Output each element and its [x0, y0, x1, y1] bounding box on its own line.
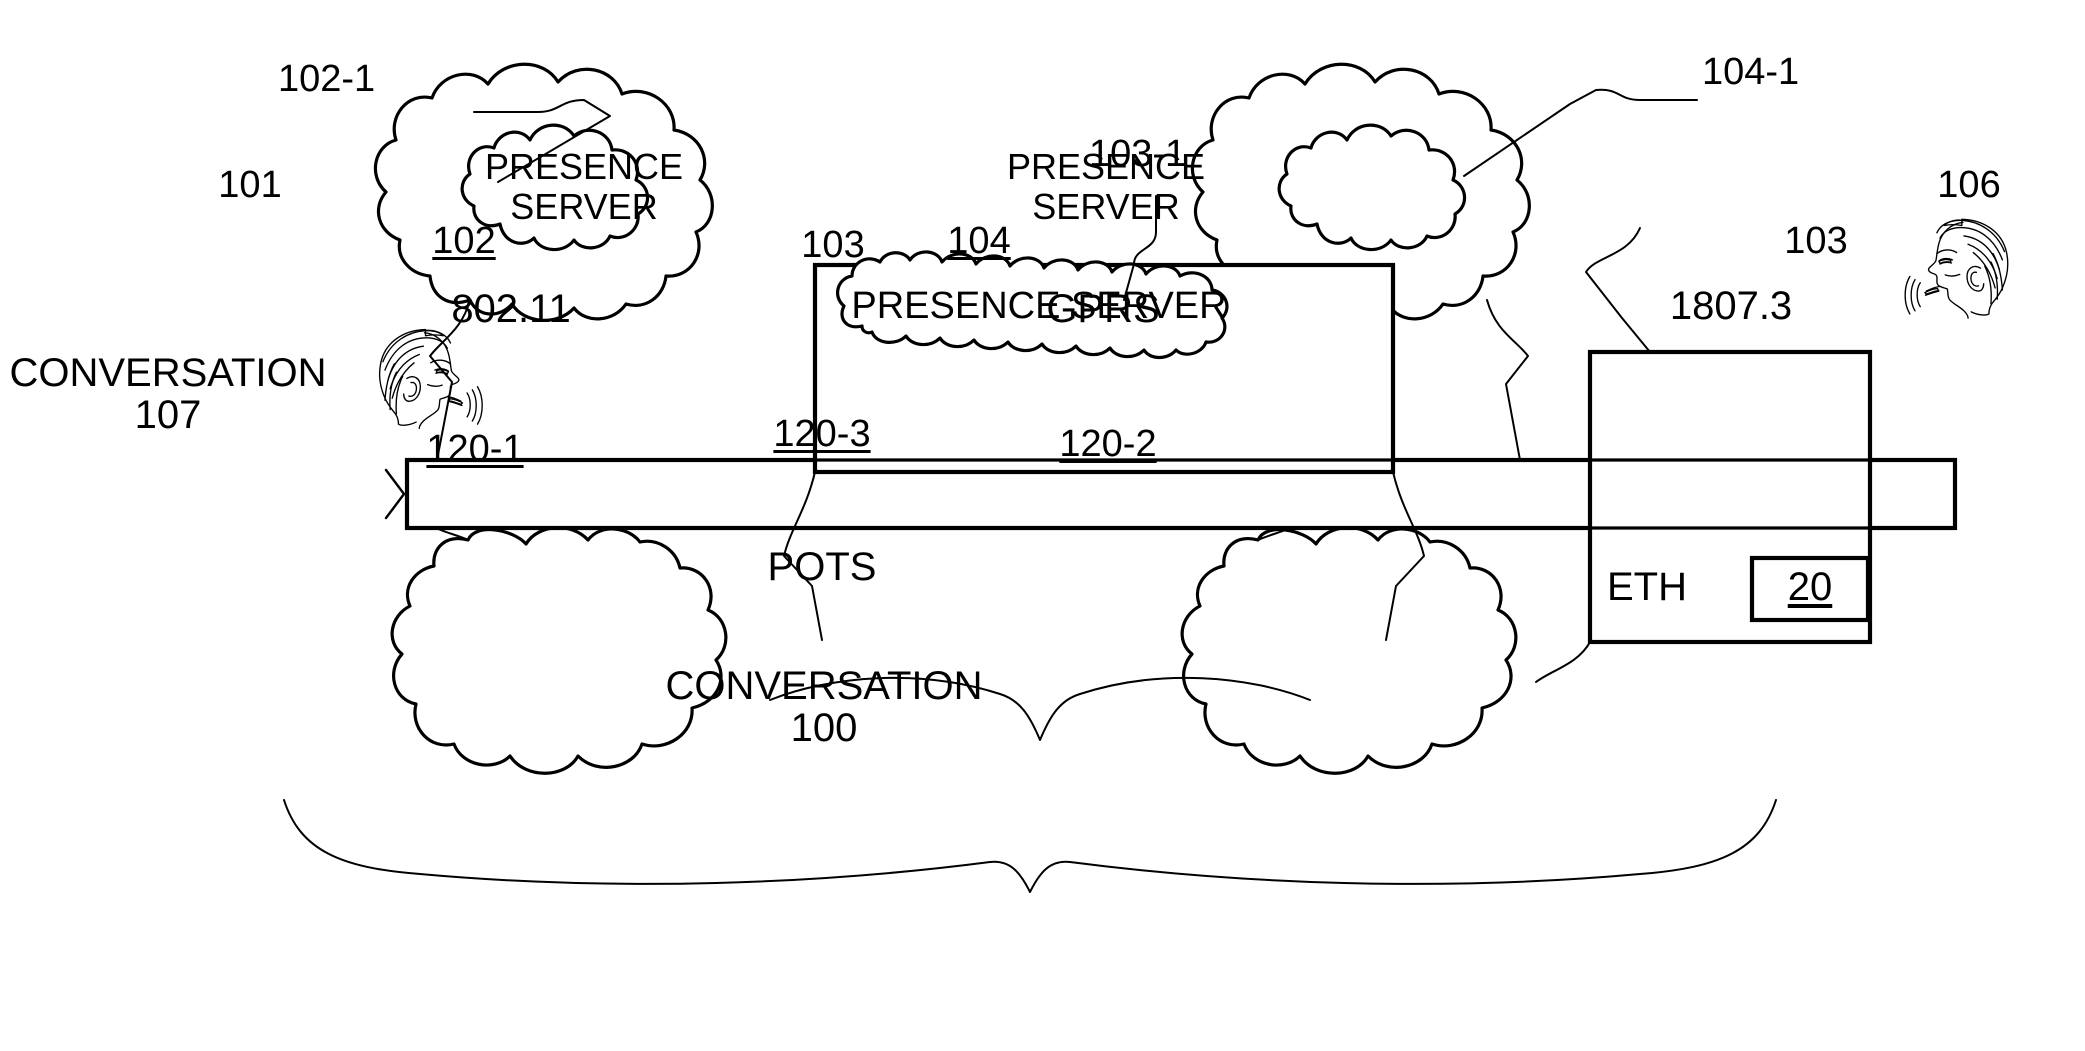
access-label-802-11: 802.11: [451, 287, 571, 331]
ref-103-center: 103: [801, 224, 865, 266]
cloud-network-120-1: [390, 526, 728, 775]
brace-conversation-100: [283, 799, 1777, 893]
transport-label-pots: POTS: [767, 545, 877, 589]
conversation-100-line2: 100: [790, 706, 858, 750]
ref-104-1: 104-1: [1702, 51, 1800, 93]
left-speaker-head-icon: [378, 328, 483, 429]
right-box-value-1807-3: 1807.3: [1669, 284, 1793, 328]
eth-row-label: ETH: [1607, 565, 1687, 609]
ref-120-3: 120-3: [773, 413, 871, 455]
leader-right-box-lower: [1535, 641, 1591, 683]
ref-103-right: 103: [1784, 220, 1848, 262]
presence-server-label-104-1-line1: PRESENCE: [1006, 146, 1206, 187]
presence-server-label-104-1-line2: SERVER: [1032, 186, 1180, 227]
ref-102: 102: [432, 220, 496, 262]
ref-106: 106: [1937, 164, 2001, 206]
presence-server-label-102-1-line2: SERVER: [510, 186, 658, 227]
patent-figure: .ln{fill:none;stroke:#000;stroke-width:3…: [0, 0, 2085, 1051]
cloud-network-120-2: [1180, 526, 1518, 775]
conversation-107-pointer: [384, 468, 406, 520]
leader-103-right: [1585, 227, 1651, 353]
presence-server-label-103-1: PRESENCE SERVER: [851, 285, 1227, 327]
ref-120-2: 120-2: [1059, 423, 1157, 465]
leader-104-cloud-to-bar: [1486, 299, 1529, 461]
presence-server-label-102-1-line1: PRESENCE: [484, 146, 684, 187]
conversation-107-line2: 107: [134, 393, 202, 437]
right-speaker-head-icon: [1904, 218, 2009, 319]
ref-102-1: 102-1: [278, 58, 376, 100]
ref-101: 101: [218, 164, 282, 206]
conversation-107-line1: CONVERSATION: [9, 351, 327, 395]
ref-120-1: 120-1: [426, 428, 524, 470]
ref-104: 104: [947, 220, 1011, 262]
conversation-100-line1: CONVERSATION: [665, 664, 983, 708]
eth-row-value: 20: [1787, 565, 1833, 609]
